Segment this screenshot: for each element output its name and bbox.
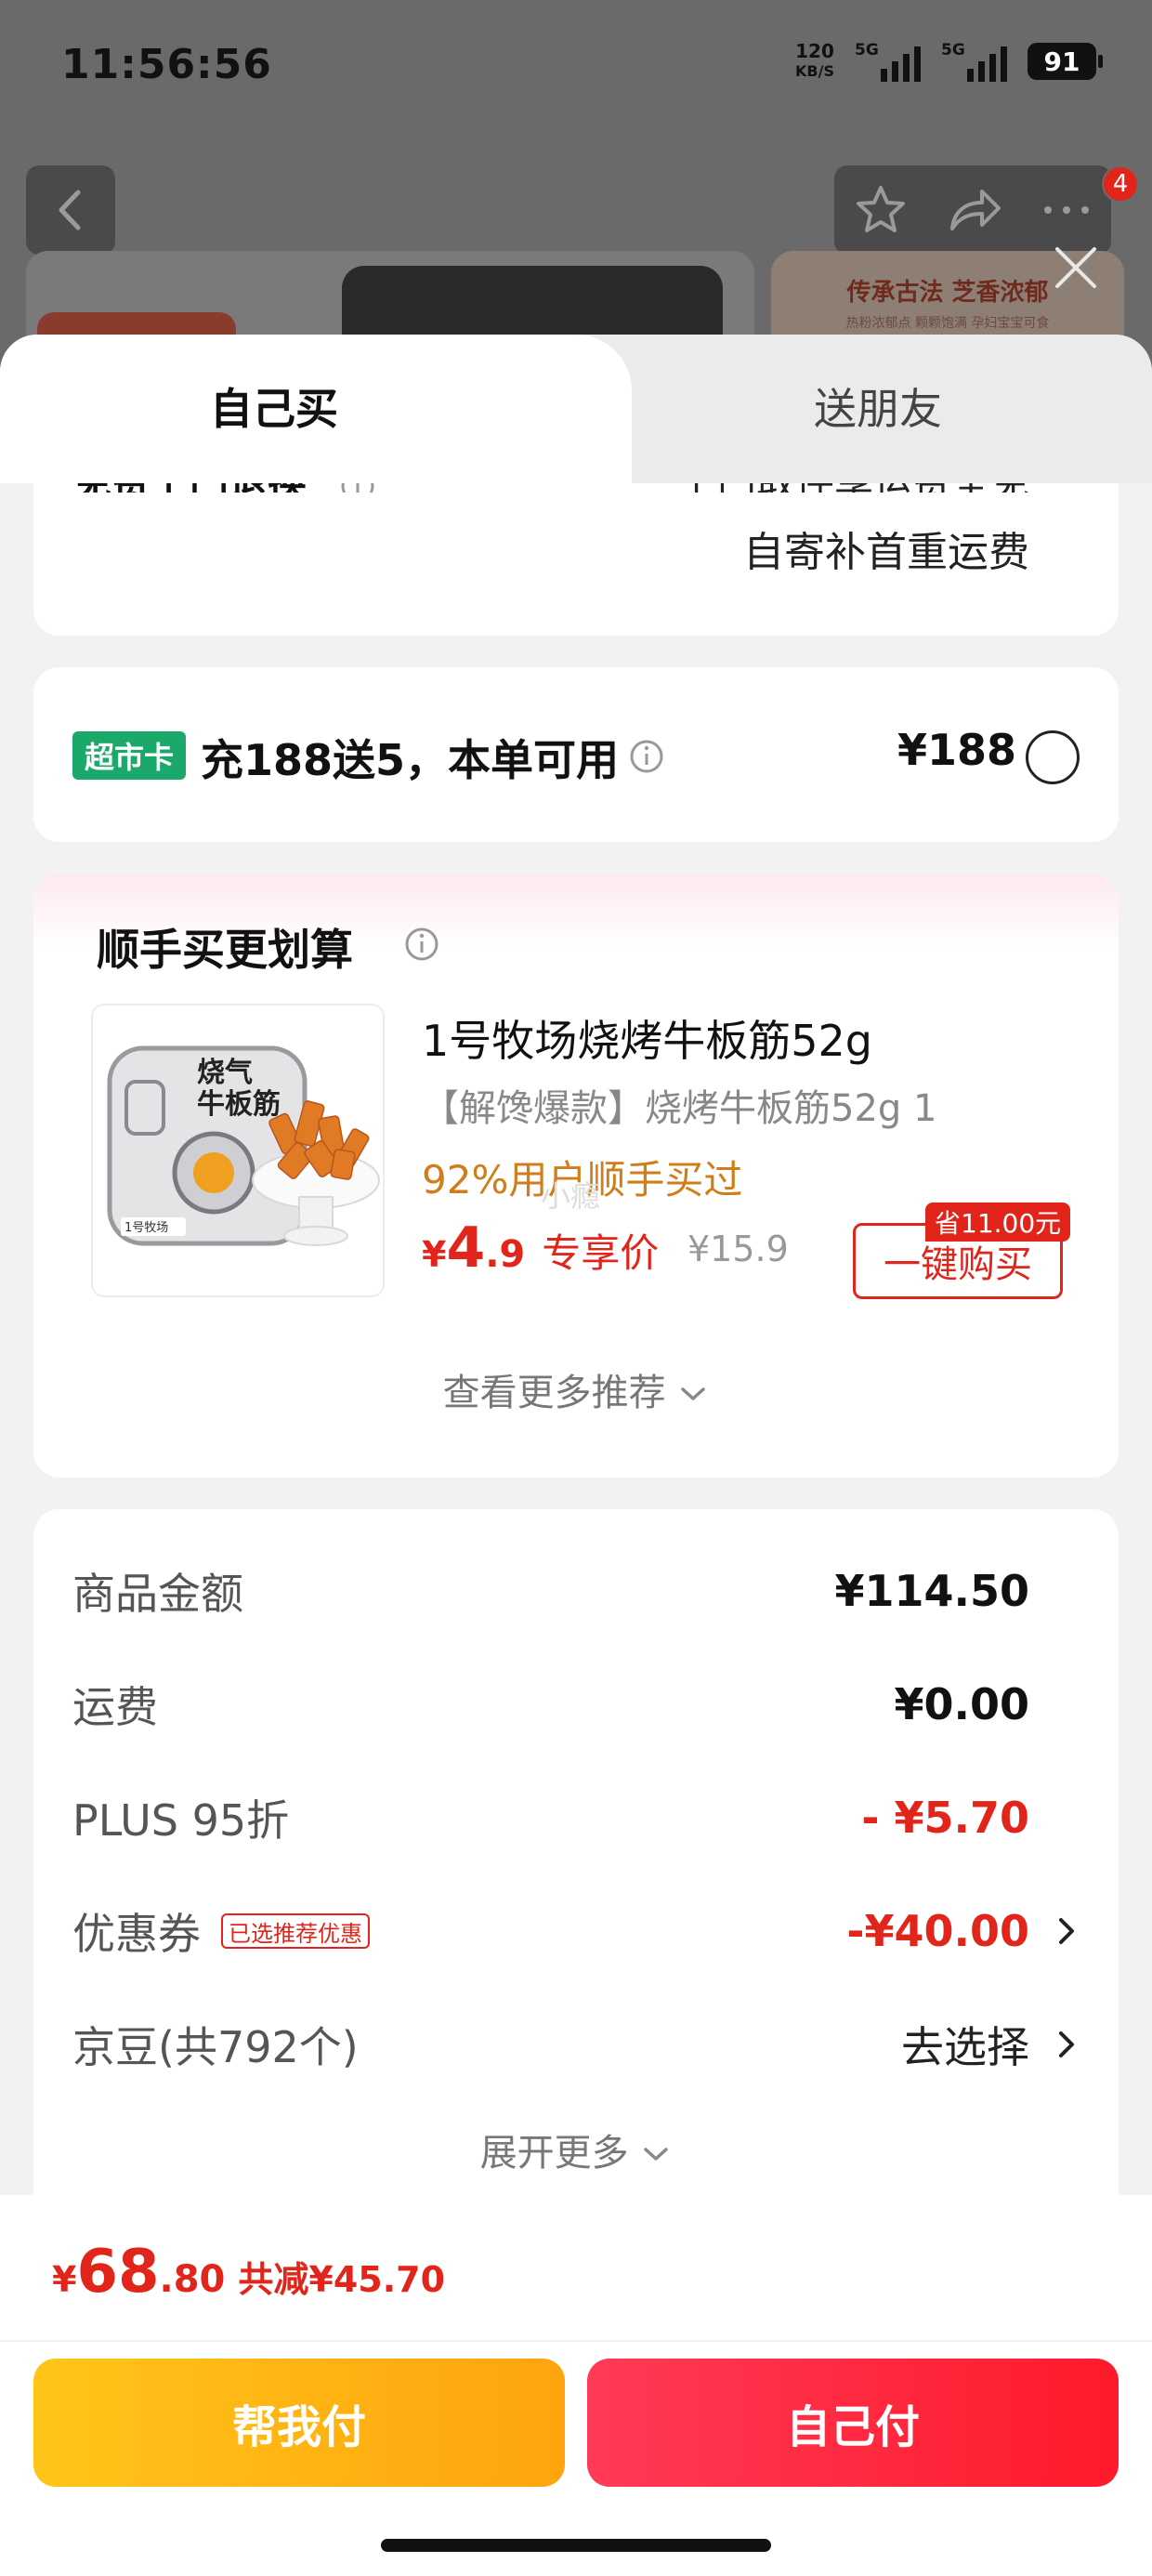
share-icon[interactable] (945, 182, 1004, 238)
jingdou-select: 去选择 (901, 2022, 1029, 2072)
status-time: 11:56:56 (61, 41, 272, 88)
package-text-2: 牛板筋 (197, 1088, 281, 1121)
chevron-left-icon (59, 190, 81, 230)
freight-row: 运费 ¥0.00 (72, 1676, 1029, 1732)
total-symbol: ¥ (52, 2259, 77, 2300)
signal-icon: 5G (855, 41, 921, 82)
goods-amount-label: 商品金额 (72, 1569, 243, 1619)
freight-label: 运费 (72, 1682, 158, 1732)
plus-discount-label: PLUS 95折 (72, 1795, 290, 1846)
total-integer: 68 (76, 2238, 160, 2307)
recommend-title: 顺手买更划算 (97, 925, 353, 975)
supermarket-card-price: ¥188 (897, 725, 1016, 775)
chevron-right-icon[interactable] (1052, 2017, 1080, 2072)
signal-icon: 5G (941, 41, 1007, 82)
package-text-1: 烧气 (197, 1057, 253, 1089)
coupon-value: -¥40.00 (846, 1906, 1029, 1956)
product-name[interactable]: 1号牧场烧烤牛板筋52g (422, 1007, 872, 1069)
footer-divider (0, 2340, 1152, 2342)
coupon-row[interactable]: 优惠券 已选推荐优惠 -¥40.00 (72, 1903, 1029, 1959)
signal-type: 5G (855, 41, 879, 59)
close-icon[interactable] (1048, 240, 1104, 296)
supermarket-card-tag: 超市卡 (72, 731, 186, 780)
supermarket-card-radio[interactable] (1026, 730, 1080, 784)
supermarket-card-row[interactable]: 超市卡 充188送5，本单可用 ¥188 (33, 667, 1119, 842)
help-me-pay-button[interactable]: 帮我付 (33, 2359, 565, 2487)
back-button[interactable] (26, 165, 115, 255)
coupon-selected-tag: 已选推荐优惠 (221, 1913, 370, 1949)
home-indicator[interactable] (381, 2539, 771, 2552)
coupon-label: 优惠券 (72, 1909, 201, 1959)
watermark-text: 小瘾 (541, 1178, 601, 1214)
expand-more-label: 展开更多 (479, 2132, 629, 2175)
network-speed-value: 120 (795, 40, 834, 62)
status-bar: 11:56:56 120 KB/S 5G 5G 91 (0, 0, 1152, 139)
more-recommend-link[interactable]: 查看更多推荐 (33, 1362, 1119, 1416)
total-decimal: .80 (159, 2258, 226, 2301)
more-recommend-label: 查看更多推荐 (442, 1372, 666, 1414)
chevron-right-icon[interactable] (1052, 1903, 1080, 1959)
network-speed: 120 KB/S (795, 41, 834, 82)
banner-subtitle: 热粉浓郁点 颗颗饱满 孕妇宝宝可食 (845, 316, 1050, 331)
battery-icon: 91 (1028, 43, 1103, 80)
chevron-down-icon (681, 1387, 706, 1400)
total-price: ¥ 68 .80 共减¥45.70 (52, 2238, 445, 2307)
freight-value: ¥0.00 (894, 1679, 1029, 1729)
product-package-image: 1号牧场 烧气 牛板筋 (107, 1045, 380, 1246)
pay-myself-button[interactable]: 自己付 (587, 2359, 1119, 2487)
message-count-badge: 4 (1102, 165, 1139, 203)
plus-discount-value: - ¥5.70 (861, 1793, 1029, 1843)
package-brand-text: 1号牧场 (124, 1221, 168, 1235)
price-integer: 4 (446, 1216, 486, 1281)
tab-self-buy[interactable]: 自己买 (0, 335, 548, 483)
status-indicators: 120 KB/S 5G 5G 91 (795, 41, 1103, 82)
checkout-footer: ¥ 68 .80 共减¥45.70 帮我付 自己付 (0, 2195, 1152, 2576)
product-image[interactable]: 1号牧场 烧气 牛板筋 (91, 1004, 385, 1297)
expand-more-link[interactable]: 展开更多 (33, 2123, 1119, 2176)
network-speed-unit: KB/S (795, 62, 834, 80)
price-label: 专享价 (542, 1230, 660, 1276)
chevron-down-icon (644, 2148, 669, 2161)
jingdou-row[interactable]: 京豆(共792个) 去选择 (72, 2017, 1029, 2072)
save-amount-badge: 省11.00元 (925, 1203, 1071, 1242)
price-decimal: .9 (485, 1233, 526, 1276)
total-discount: 共减¥45.70 (238, 2259, 446, 2300)
info-icon[interactable] (403, 926, 440, 963)
add-on-recommend-card: 顺手买更划算 1号牧场 烧气 牛板筋 1号牧场烧烤牛板筋52g 【解馋爆款】烧烤… (33, 874, 1119, 1478)
product-spec: 【解馋爆款】烧烤牛板筋52g 1 (422, 1087, 937, 1130)
coupon-label-group: 优惠券 已选推荐优惠 (72, 1900, 370, 1962)
goods-amount-value: ¥114.50 (834, 1566, 1029, 1616)
star-icon[interactable] (853, 182, 909, 238)
buy-mode-tabs: 自己买 送朋友 (0, 335, 1152, 483)
original-price: ¥15.9 (687, 1229, 789, 1269)
signal-type: 5G (941, 41, 965, 59)
more-icon[interactable] (1041, 201, 1093, 219)
price-symbol: ¥ (422, 1234, 447, 1275)
info-icon[interactable] (628, 738, 665, 775)
jingdou-label: 京豆(共792个) (72, 2022, 359, 2072)
plus-discount-row: PLUS 95折 - ¥5.70 (72, 1790, 1029, 1846)
product-price: ¥ 4 .9 专享价 (422, 1216, 659, 1281)
return-service-note-2: 自寄补首重运费 (743, 529, 1029, 576)
goods-amount-row: 商品金额 ¥114.50 (72, 1563, 1029, 1619)
tab-gift-friend[interactable]: 送朋友 (632, 335, 1124, 483)
supermarket-card-text: 充188送5，本单可用 (201, 735, 620, 785)
